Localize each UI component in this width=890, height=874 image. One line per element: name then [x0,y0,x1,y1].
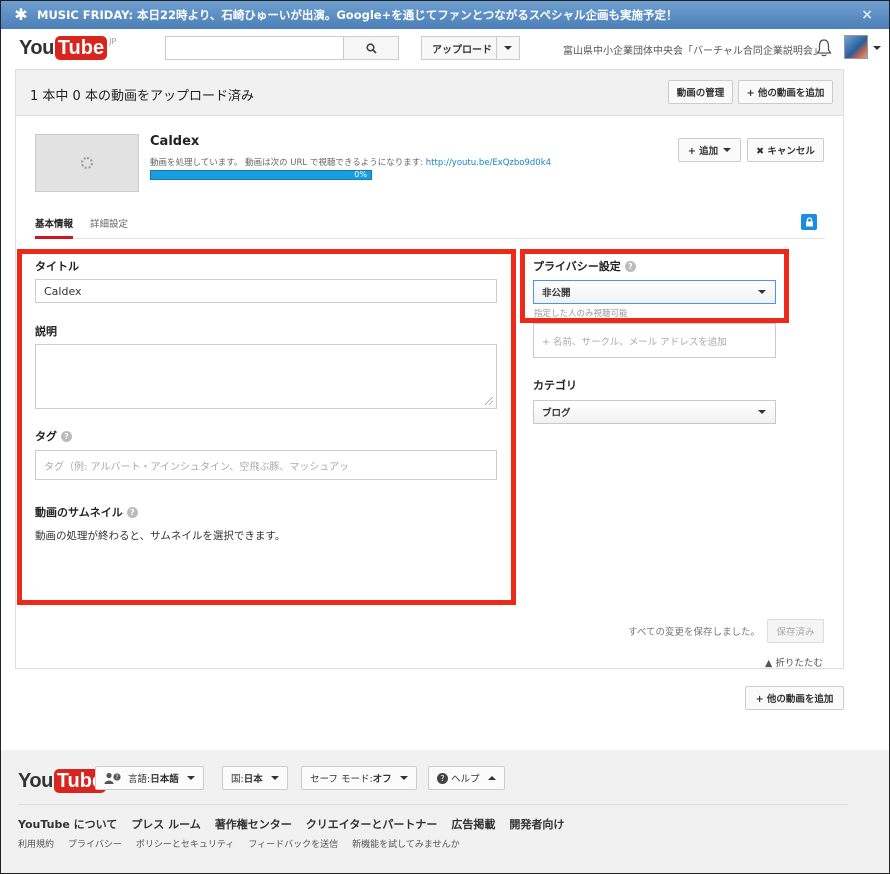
share-recipients-input[interactable]: + 名前、サークル、メール アドレスを追加 [533,323,776,358]
upload-count: 1 本中 0 本の動画をアップロード済み [30,89,254,104]
loading-spinner-icon [81,157,93,169]
help-icon: ? [437,772,448,784]
add-more-videos-bottom-button[interactable]: + 他の動画を追加 [745,686,844,710]
add-to-label: + 追加 [687,146,719,157]
language-value: 日本語 [150,774,179,785]
chevron-down-icon [270,776,279,780]
category-value: ブログ [542,408,571,419]
video-url-link[interactable]: http://youtu.be/ExQzbo9d0k4 [426,158,551,168]
footer-link-creators[interactable]: クリエイターとパートナー [306,816,438,832]
people-icon: ? [104,772,121,784]
footer-primary-links: YouTube について プレス ルーム 著作権センター クリエイターとパートナ… [18,816,564,832]
help-button[interactable]: ? ヘルプ [428,766,505,790]
close-icon[interactable]: × [861,7,873,23]
category-label: カテゴリ [533,379,577,392]
chevron-down-icon [723,148,732,152]
footer-link-advertise[interactable]: 広告掲載 [451,816,495,832]
highlight-box-privacy [520,249,789,323]
footer-link-about[interactable]: YouTube について [18,816,117,832]
saved-button[interactable]: 保存済み [767,619,824,643]
save-status: すべての変更を保存しました。 [628,627,760,638]
chevron-down-icon [399,776,408,780]
search-icon [365,42,377,54]
status-text: 動画を処理しています。 動画は次の URL で視聴できるようになります: [150,158,426,168]
masthead: You Tube JP アップロード 富山県中小企業団体中央会「バーチャル合同企… [1,29,889,69]
manage-videos-button[interactable]: 動画の管理 [668,80,733,104]
chevron-down-icon [758,410,766,414]
footer-link-developers[interactable]: 開発者向け [509,816,564,832]
footer-youtube-logo[interactable]: You Tube [18,769,107,793]
collapse-link[interactable]: ▲ 折りたたむ [765,655,823,669]
upload-label: アップロード [432,44,492,56]
upload-dropdown[interactable] [496,37,519,59]
language-prefix: 言語: [128,774,151,785]
svg-text:?: ? [115,774,118,781]
lock-button[interactable] [801,214,817,230]
footer-link-new-features[interactable]: 新機能を試してみませんか [352,837,459,850]
footer: You Tube ? 言語: 日本語 国: 日本 セーフ モード: オフ ? ヘ… [1,750,889,873]
announcement-banner: ✱ MUSIC FRIDAY: 本日22時より、石崎ひゅーいが出演。Google… [1,1,889,29]
star-icon: ✱ [14,5,28,24]
bell-icon[interactable] [816,38,832,58]
category-select[interactable]: ブログ [533,400,776,424]
progress-bar: 0% [150,170,372,180]
upload-button[interactable]: アップロード [421,36,520,60]
safety-value: オフ [372,774,392,785]
highlight-box-basic [17,249,516,605]
logo-tube: Tube [54,36,108,60]
chevron-down-icon [186,776,195,780]
youtube-logo[interactable]: You Tube JP [19,36,116,60]
chevron-up-icon [487,776,496,780]
country-value: 日本 [243,774,263,785]
language-selector[interactable]: ? 言語: 日本語 [95,766,204,790]
processing-status: 動画を処理しています。 動画は次の URL で視聴できるようになります: htt… [150,156,551,168]
footer-divider [18,804,848,805]
video-thumbnail [35,134,139,192]
country-selector[interactable]: 国: 日本 [222,766,288,790]
footer-link-press[interactable]: プレス ルーム [131,816,201,832]
help-label: ヘルプ [451,774,480,785]
avatar[interactable] [844,35,868,59]
cancel-button[interactable]: ✖ キャンセル [747,138,824,162]
progress-percent: 0% [354,170,367,179]
lock-icon [805,217,813,227]
add-to-button[interactable]: + 追加 [678,138,741,162]
tab-bar: 基本情報 詳細設定 [35,214,825,239]
footer-link-feedback[interactable]: フィードバックを送信 [248,837,338,850]
footer-secondary-links: 利用規約 プライバシー ポリシーとセキュリティ フィードバックを送信 新機能を試… [18,837,460,850]
add-more-videos-button[interactable]: + 他の動画を追加 [738,80,833,104]
tab-advanced-settings[interactable]: 詳細設定 [90,216,128,239]
chevron-down-icon[interactable] [873,46,881,50]
safety-prefix: セーフ モード: [310,774,373,785]
footer-link-policy-safety[interactable]: ポリシーとセキュリティ [136,837,234,850]
banner-text[interactable]: MUSIC FRIDAY: 本日22時より、石崎ひゅーいが出演。Google+を… [37,7,677,23]
video-title: Caldex [150,134,200,149]
country-prefix: 国: [231,774,244,785]
footer-logo-you: You [18,770,53,792]
tab-basic-info[interactable]: 基本情報 [35,216,74,239]
search-input[interactable] [165,36,399,60]
channel-name[interactable]: 富山県中小企業団体中央会「バーチャル合同企業説明会」 [563,42,823,57]
safety-mode-selector[interactable]: セーフ モード: オフ [301,766,417,790]
footer-link-privacy[interactable]: プライバシー [68,837,122,850]
footer-link-terms[interactable]: 利用規約 [18,837,54,850]
footer-link-copyright[interactable]: 著作権センター [215,816,292,832]
search-button[interactable] [343,36,399,60]
logo-you: You [19,37,54,59]
logo-region: JP [109,37,117,46]
upload-status-bar: 1 本中 0 本の動画をアップロード済み 動画の管理 + 他の動画を追加 [16,70,843,116]
chevron-down-icon [504,46,513,50]
